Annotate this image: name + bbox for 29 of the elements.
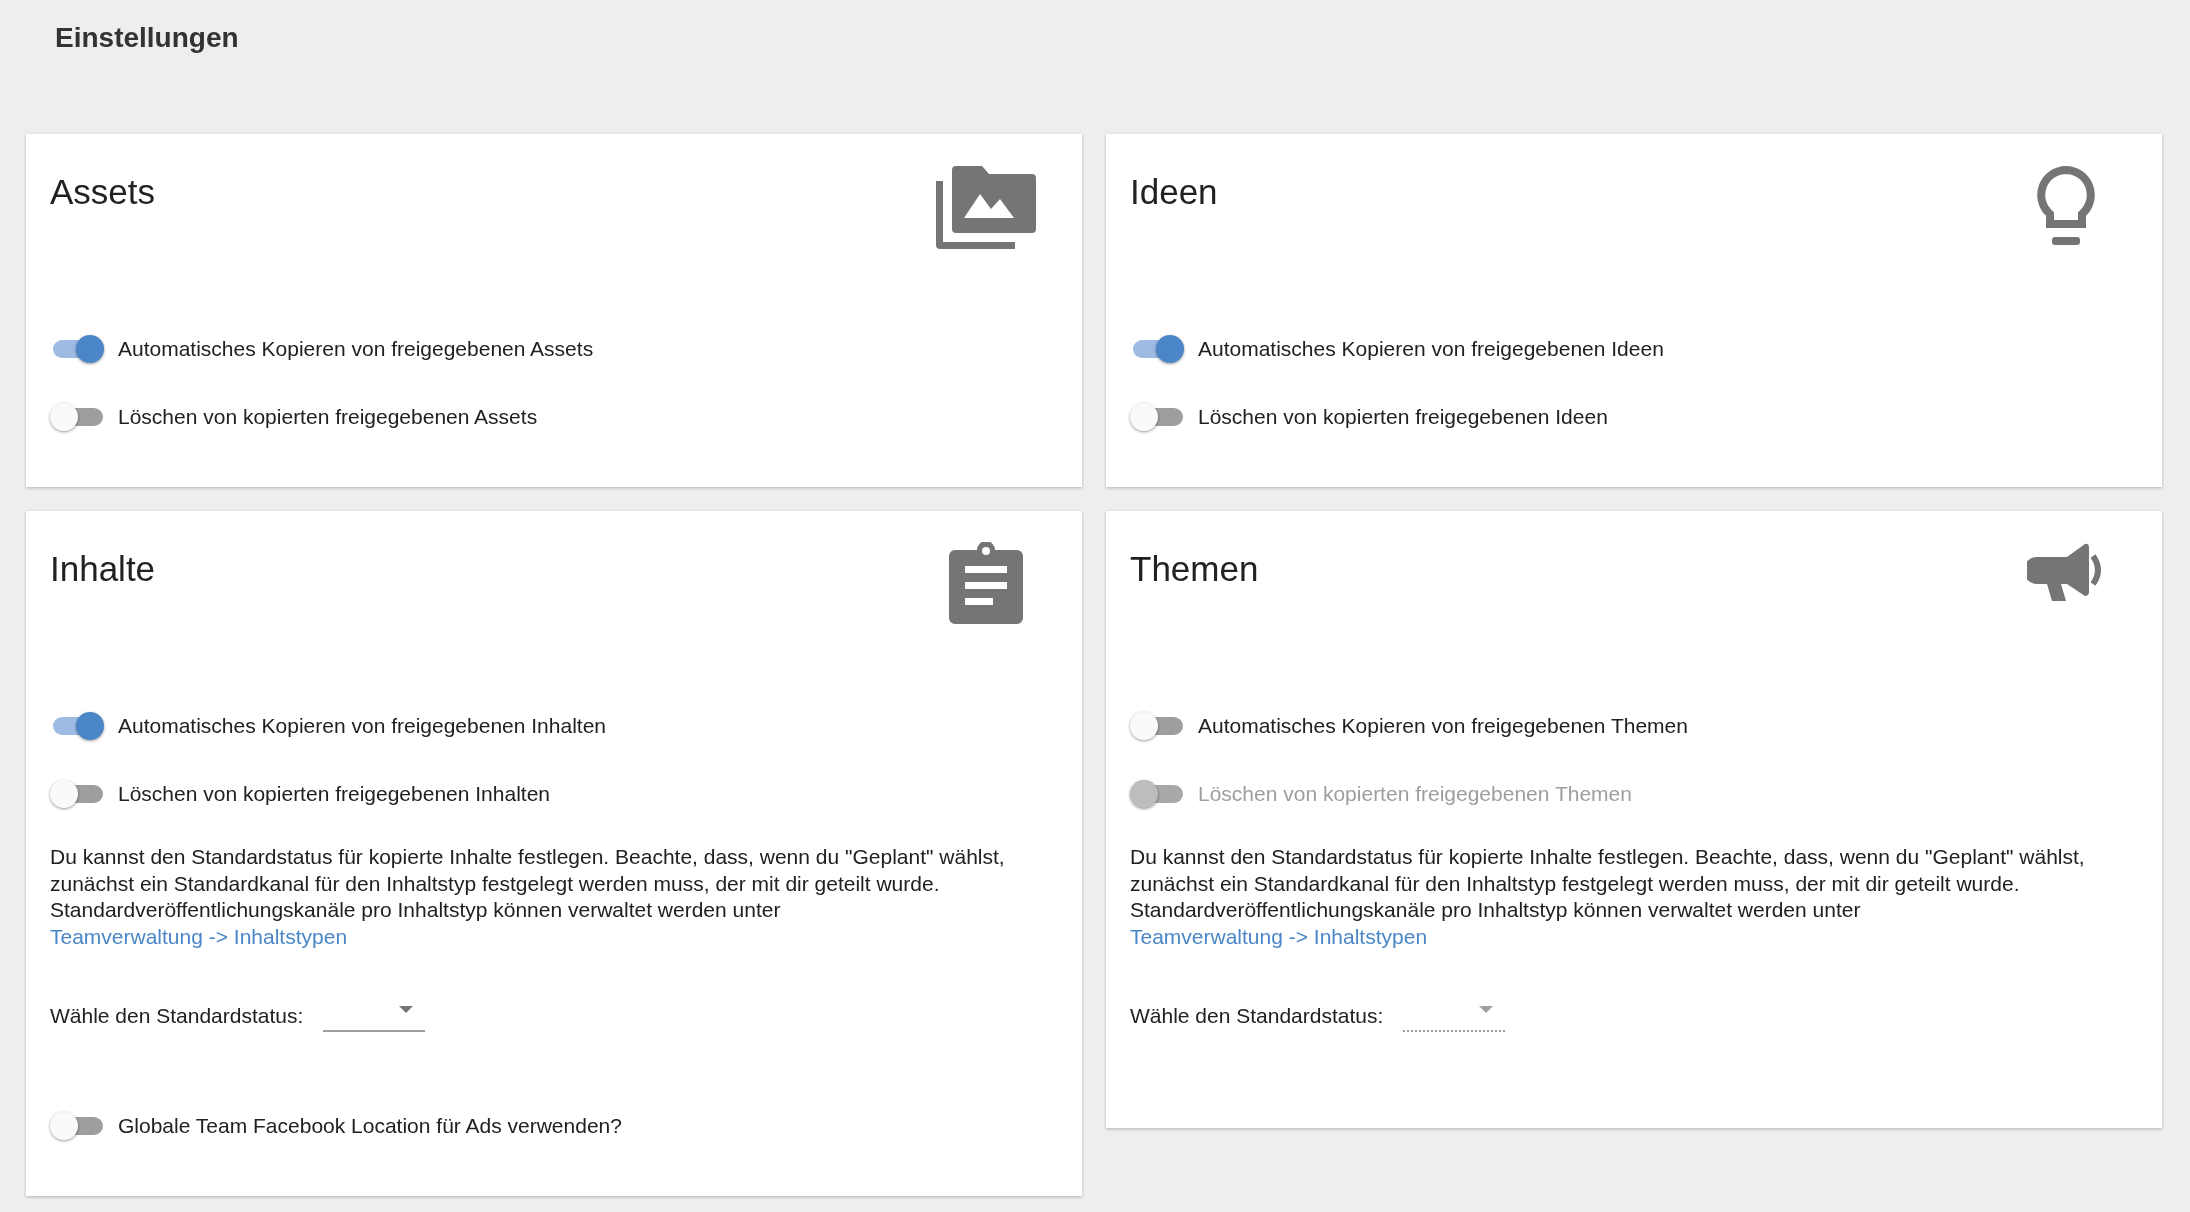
clipboard-icon: [949, 542, 1023, 624]
page-title: Einstellungen: [54, 21, 240, 55]
card-title: Ideen: [1130, 172, 1218, 212]
select-label: Wähle den Standardstatus:: [1130, 1004, 1384, 1028]
toggle-switch[interactable]: [1130, 403, 1184, 431]
image-folder-icon: [936, 165, 1036, 249]
toggle-switch[interactable]: [50, 780, 104, 808]
toggle-label: Automatisches Kopieren von freigegebenen Ideen: [1198, 337, 1664, 361]
card-title: Assets: [50, 172, 156, 212]
caret-icon: [399, 1006, 414, 1013]
card-title: Inhalte: [50, 549, 156, 589]
toggle-label: Löschen von kopierten freigegebenen Ideen: [1198, 405, 1608, 429]
toggle-switch[interactable]: [50, 403, 104, 431]
select-label: Wähle den Standardstatus:: [50, 1004, 304, 1028]
toggle-label: Globale Team Facebook Location für Ads verwenden?: [118, 1114, 622, 1138]
toggle-label: Automatisches Kopieren von freigegebenen Inhalten: [118, 714, 606, 738]
settings-link[interactable]: Teamverwaltung -> Inhaltstypen: [50, 924, 348, 948]
toggle-switch[interactable]: [1130, 712, 1184, 740]
toggle-label: Löschen von kopierten freigegebenen Themen: [1198, 782, 1632, 806]
card-title: Themen: [1130, 549, 1259, 589]
toggle-label: Automatisches Kopieren von freigegebenen Themen: [1198, 714, 1688, 738]
info-text: Du kannst den Standardstatus für kopierte Inhalte festlegen. Beachte, dass, wenn du "Geplant" wählst, zunächst ein Standardkanal für den Inhaltstyp festgelegt werden muss, der mit dir geteilt wurde. Standardveröffentlichungskanäle pro Inhaltstyp können verwaltet werden unter Teamverwaltung -> Inhaltstypen: [1130, 844, 2086, 950]
caret-icon: [1479, 1006, 1494, 1013]
toggle-label: Löschen von kopierten freigegebenen Inhalten: [118, 782, 550, 806]
toggle-switch[interactable]: [50, 1112, 104, 1140]
toggle-label: Automatisches Kopieren von freigegebenen Assets: [118, 337, 594, 361]
info-text: Du kannst den Standardstatus für kopierte Inhalte festlegen. Beachte, dass, wenn du "Geplant" wählst, zunächst ein Standardkanal für den Inhaltstyp festgelegt werden muss, der mit dir geteilt wurde. Standardveröffentlichungskanäle pro Inhaltstyp können verwaltet werden unter Teamverwaltung -> Inhaltstypen: [50, 844, 1006, 950]
settings-link[interactable]: Teamverwaltung -> Inhaltstypen: [1130, 924, 1428, 948]
toggle-label: Löschen von kopierten freigegebenen Assets: [118, 405, 538, 429]
